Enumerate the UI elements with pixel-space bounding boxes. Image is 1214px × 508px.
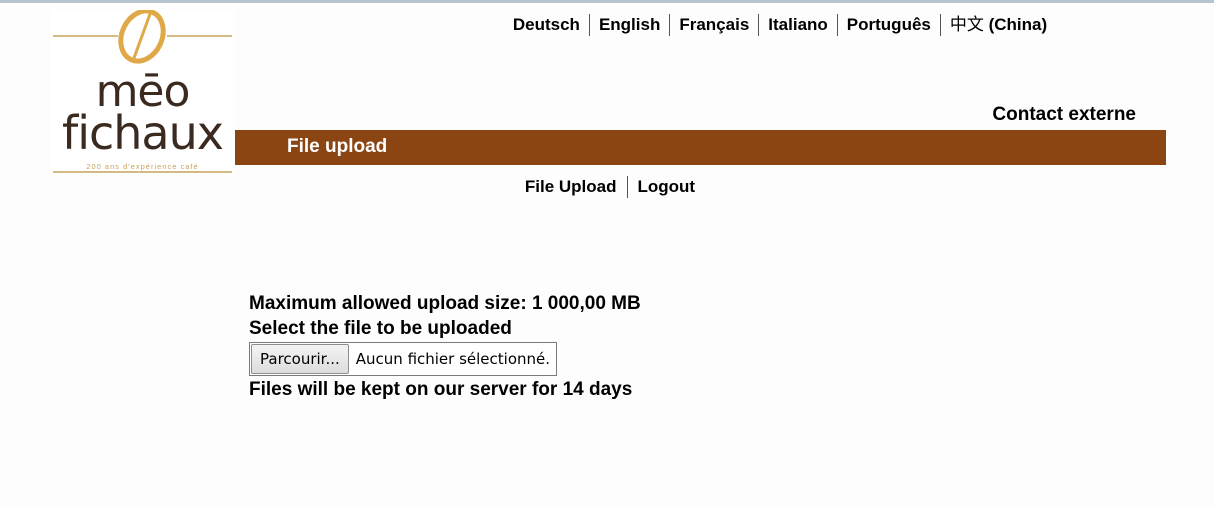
language-selector: Deutsch English Français Italiano Portug… [420,14,1140,36]
max-upload-size-text: Maximum allowed upload size: 1 000,00 MB [249,293,641,314]
company-logo[interactable]: mēo fichaux 200 ans d'expérience café [50,10,235,176]
file-input[interactable]: Parcourir... Aucun fichier sélectionné. [249,342,558,376]
contact-externe-link[interactable]: Contact externe [992,104,1136,126]
no-file-selected-text: Aucun fichier sélectionné. [355,349,551,368]
browse-button[interactable]: Parcourir... [251,344,349,374]
window-top-border [0,0,1214,3]
logo-tagline: 200 ans d'expérience café [86,162,199,171]
upload-form: Maximum allowed upload size: 1 000,00 MB… [249,291,641,402]
select-file-prompt: Select the file to be uploaded [249,318,512,339]
page-title: File upload [287,136,388,157]
language-chinese-suffix: (China) [983,15,1048,34]
language-link-francais[interactable]: Français [670,14,760,36]
language-link-english[interactable]: English [590,14,671,36]
language-link-deutsch[interactable]: Deutsch [504,14,590,36]
language-chinese-label: 中文 [949,15,984,35]
title-bar: File upload [235,130,1166,165]
language-link-italiano[interactable]: Italiano [759,14,838,36]
nav-file-upload[interactable]: File Upload [515,176,628,198]
logo-name-line2: fichaux [62,106,224,160]
nav-logout[interactable]: Logout [628,176,706,198]
retention-notice: Files will be kept on our server for 14 … [249,379,633,400]
page: mēo fichaux 200 ans d'expérience café De… [0,0,1214,508]
main-nav: File Upload Logout [490,176,730,198]
language-link-chinese[interactable]: 中文 (China) [941,14,1056,36]
language-link-portugues[interactable]: Português [838,14,941,36]
